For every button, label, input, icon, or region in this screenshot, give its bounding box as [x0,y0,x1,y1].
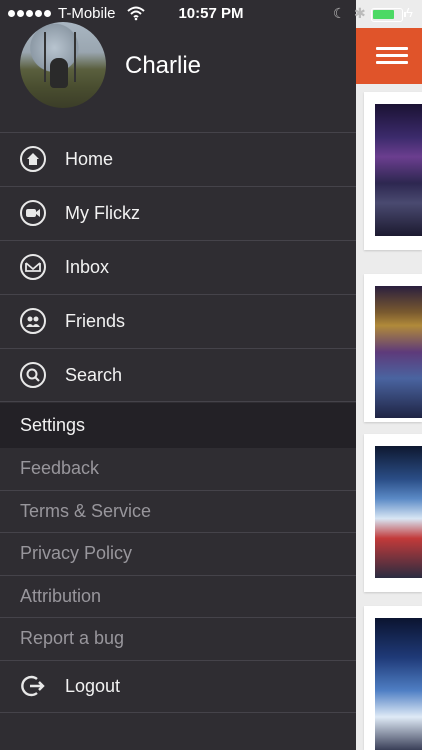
profile-name: Charlie [125,52,202,79]
home-icon [20,146,46,172]
side-drawer: Charlie Home My Flickz Inbox Friends Sea… [0,0,356,750]
menu-item-home[interactable]: Home [0,132,356,186]
battery-icon [371,8,406,22]
settings-item-privacy-policy[interactable]: Privacy Policy [0,533,356,576]
settings-item-terms[interactable]: Terms & Service [0,491,356,533]
settings-item-report-bug[interactable]: Report a bug [0,618,356,661]
logout-button[interactable]: Logout [0,661,356,713]
settings-menu: Feedback Terms & Service Privacy Policy … [0,448,356,661]
menu-item-label: Search [65,364,123,385]
friends-icon [20,308,46,334]
settings-item-label: Feedback [20,458,100,478]
menu-item-my-flickz[interactable]: My Flickz [0,186,356,240]
thumbnail-image [375,618,422,750]
menu-item-label: Inbox [65,257,110,277]
thumbnail-image [375,104,422,236]
settings-section-header: Settings [0,403,356,448]
feed-item[interactable] [364,606,422,750]
menu-item-label: My Flickz [65,203,140,223]
moon-icon: ☾ [333,5,346,21]
settings-item-attribution[interactable]: Attribution [0,576,356,618]
settings-item-label: Terms & Service [20,500,152,521]
menu-item-label: Friends [65,311,126,331]
menu-item-inbox[interactable]: Inbox [0,240,356,294]
bluetooth-icon: ✱ [354,5,366,21]
menu-toggle-button[interactable] [376,47,408,65]
settings-item-label: Report a bug [20,628,125,648]
charging-bolt-icon: ϟ [406,5,413,20]
feed-item[interactable] [364,92,422,250]
thumbnail-image [375,446,422,578]
logout-label: Logout [65,676,121,696]
top-bar [356,28,422,84]
video-camera-icon [20,200,46,226]
logout-icon [21,675,45,697]
settings-item-feedback[interactable]: Feedback [0,448,356,491]
main-menu: Home My Flickz Inbox Friends Search [0,132,356,402]
thumbnail-image [375,286,422,418]
search-icon [20,362,46,388]
settings-item-label: Attribution [20,585,102,606]
settings-header-label: Settings [20,415,86,435]
feed-item[interactable] [364,274,422,422]
feed-content [356,0,422,750]
menu-item-friends[interactable]: Friends [0,294,356,348]
avatar[interactable] [20,22,106,108]
menu-item-label: Home [65,149,114,169]
status-bar: T-Mobile 10:57 PM ☾ ✱ ϟ [0,0,422,28]
envelope-icon [20,254,46,280]
menu-item-search[interactable]: Search [0,348,356,402]
settings-item-label: Privacy Policy [20,543,133,563]
feed-item[interactable] [364,434,422,592]
